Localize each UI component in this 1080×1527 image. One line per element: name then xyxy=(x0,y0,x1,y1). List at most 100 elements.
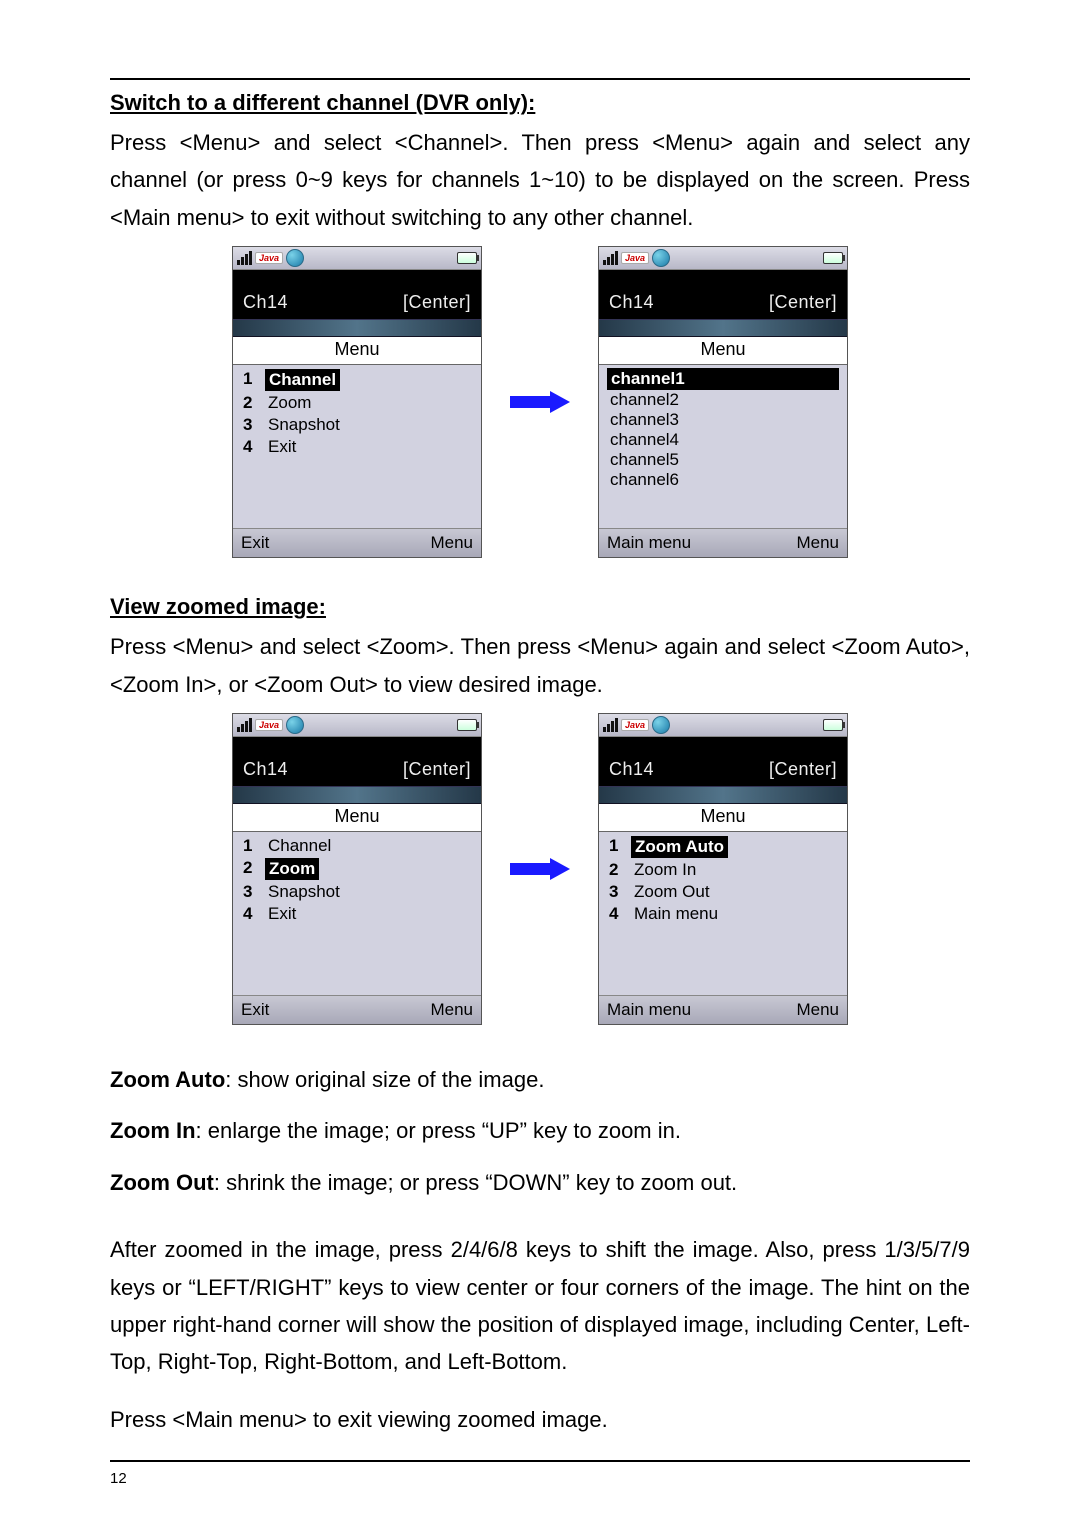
menu-item-number: 2 xyxy=(609,860,623,880)
softkey-right[interactable]: Menu xyxy=(430,1000,473,1020)
menu-item-number: 4 xyxy=(609,904,623,924)
menu-title: Menu xyxy=(233,337,481,365)
menu-item-number: 1 xyxy=(609,836,623,858)
def-label: Zoom In xyxy=(110,1118,196,1143)
menu-item[interactable]: channel4 xyxy=(607,430,839,450)
menu-item[interactable]: channel5 xyxy=(607,450,839,470)
phone-screenshot-menu-channel: Java Ch14 [Center] Menu 1Channel2Zoom3 Sn… xyxy=(232,246,482,558)
menu-item[interactable]: 3 Zoom Out xyxy=(607,881,839,903)
menu-item-label: Zoom In xyxy=(631,860,699,880)
menu-item-label: Channel xyxy=(265,369,340,391)
status-bar: Java xyxy=(599,714,847,737)
menu-item-label: Zoom Out xyxy=(631,882,713,902)
menu-item[interactable]: channel3 xyxy=(607,410,839,430)
softkey-bar: Main menu Menu xyxy=(599,995,847,1024)
definition-zoom-out: Zoom Out: shrink the image; or press “DO… xyxy=(110,1164,970,1201)
menu-item[interactable]: 1Channel xyxy=(241,835,473,857)
status-bar: Java xyxy=(233,247,481,270)
menu-item-number: 3 xyxy=(243,415,257,435)
softkey-bar: Exit Menu xyxy=(233,995,481,1024)
menu-item-label: channel4 xyxy=(607,430,839,450)
video-overlay: Ch14 [Center] xyxy=(599,737,847,786)
position-label: [Center] xyxy=(403,292,471,313)
menu-list: 1Channel2Zoom3 Snapshot4Exit xyxy=(233,832,481,995)
definition-zoom-auto: Zoom Auto: show original size of the ima… xyxy=(110,1061,970,1098)
para-switch-channel: Press <Menu> and select <Channel>. Then … xyxy=(110,124,970,236)
figure-row-zoom: Java Ch14 [Center] Menu 1Channel2Zoom3Sn… xyxy=(110,713,970,1025)
signal-icon xyxy=(237,718,252,732)
menu-item[interactable]: 2Zoom xyxy=(241,857,473,881)
video-thumbnail xyxy=(233,319,481,337)
channel-label: Ch14 xyxy=(609,292,654,313)
menu-item-label: channel6 xyxy=(607,470,839,490)
menu-title: Menu xyxy=(599,804,847,832)
phone-screenshot-menu-zoom: Java Ch14 [Center] Menu 1Channel2Zoom3 Sn… xyxy=(232,713,482,1025)
video-overlay: Ch14 [Center] xyxy=(233,737,481,786)
menu-item-number: 3 xyxy=(243,882,257,902)
battery-icon xyxy=(823,719,843,731)
position-label: [Center] xyxy=(403,759,471,780)
softkey-left[interactable]: Main menu xyxy=(607,1000,691,1020)
java-badge: Java xyxy=(621,719,649,731)
arrow-icon xyxy=(510,391,570,413)
menu-item-number: 4 xyxy=(243,904,257,924)
menu-item-label: Snapshot xyxy=(265,415,343,435)
menu-item[interactable]: channel1 xyxy=(607,368,839,390)
menu-item[interactable]: 3 Snapshot xyxy=(241,881,473,903)
menu-title: Menu xyxy=(599,337,847,365)
menu-item[interactable]: channel6 xyxy=(607,470,839,490)
phone-screenshot-zoom-submenu: Java Ch14 [Center] Menu 1Zoom Auto2 Zoom … xyxy=(598,713,848,1025)
top-rule xyxy=(110,78,970,80)
phone-screenshot-channel-list: Java Ch14 [Center] Menu channel1channel2… xyxy=(598,246,848,558)
menu-item-number: 3 xyxy=(609,882,623,902)
softkey-right[interactable]: Menu xyxy=(796,533,839,553)
menu-item[interactable]: 1Channel xyxy=(241,368,473,392)
menu-list: 1Channel2Zoom3 Snapshot4Exit xyxy=(233,365,481,528)
menu-list: channel1channel2channel3channel4channel5… xyxy=(599,365,847,528)
signal-icon xyxy=(603,718,618,732)
para-shift-image: After zoomed in the image, press 2/4/6/8… xyxy=(110,1231,970,1381)
menu-item[interactable]: 4Exit xyxy=(241,436,473,458)
menu-item[interactable]: 4Main menu xyxy=(607,903,839,925)
softkey-right[interactable]: Menu xyxy=(430,533,473,553)
menu-item-number: 4 xyxy=(243,437,257,457)
signal-icon xyxy=(237,251,252,265)
softkey-left[interactable]: Main menu xyxy=(607,533,691,553)
channel-label: Ch14 xyxy=(243,759,288,780)
status-bar: Java xyxy=(233,714,481,737)
video-thumbnail xyxy=(233,786,481,804)
def-label: Zoom Out xyxy=(110,1170,214,1195)
menu-item[interactable]: 2 Zoom In xyxy=(607,859,839,881)
softkey-bar: Main menu Menu xyxy=(599,528,847,557)
battery-icon xyxy=(823,252,843,264)
softkey-bar: Exit Menu xyxy=(233,528,481,557)
menu-item[interactable]: 1Zoom Auto xyxy=(607,835,839,859)
softkey-left[interactable]: Exit xyxy=(241,533,269,553)
menu-item-label: Snapshot xyxy=(265,882,343,902)
menu-item[interactable]: channel2 xyxy=(607,390,839,410)
figure-row-channel: Java Ch14 [Center] Menu 1Channel2Zoom3 Sn… xyxy=(110,246,970,558)
menu-title: Menu xyxy=(233,804,481,832)
menu-item-label: Zoom xyxy=(265,393,314,413)
java-badge: Java xyxy=(255,252,283,264)
menu-item[interactable]: 2Zoom xyxy=(241,392,473,414)
arrow-icon xyxy=(510,858,570,880)
globe-icon xyxy=(652,249,670,267)
page-number: 12 xyxy=(110,1470,127,1487)
menu-item[interactable]: 4Exit xyxy=(241,903,473,925)
menu-item-label: channel5 xyxy=(607,450,839,470)
menu-item-label: channel3 xyxy=(607,410,839,430)
softkey-left[interactable]: Exit xyxy=(241,1000,269,1020)
menu-item-number: 1 xyxy=(243,836,257,856)
softkey-right[interactable]: Menu xyxy=(796,1000,839,1020)
para-exit-zoom: Press <Main menu> to exit viewing zoomed… xyxy=(110,1401,970,1438)
signal-icon xyxy=(603,251,618,265)
globe-icon xyxy=(286,716,304,734)
bottom-rule xyxy=(110,1460,970,1462)
battery-icon xyxy=(457,252,477,264)
def-text: : enlarge the image; or press “UP” key t… xyxy=(196,1118,681,1143)
document-page: Switch to a different channel (DVR only)… xyxy=(0,0,1080,1527)
video-thumbnail xyxy=(599,319,847,337)
menu-item[interactable]: 3 Snapshot xyxy=(241,414,473,436)
video-overlay: Ch14 [Center] xyxy=(233,270,481,319)
